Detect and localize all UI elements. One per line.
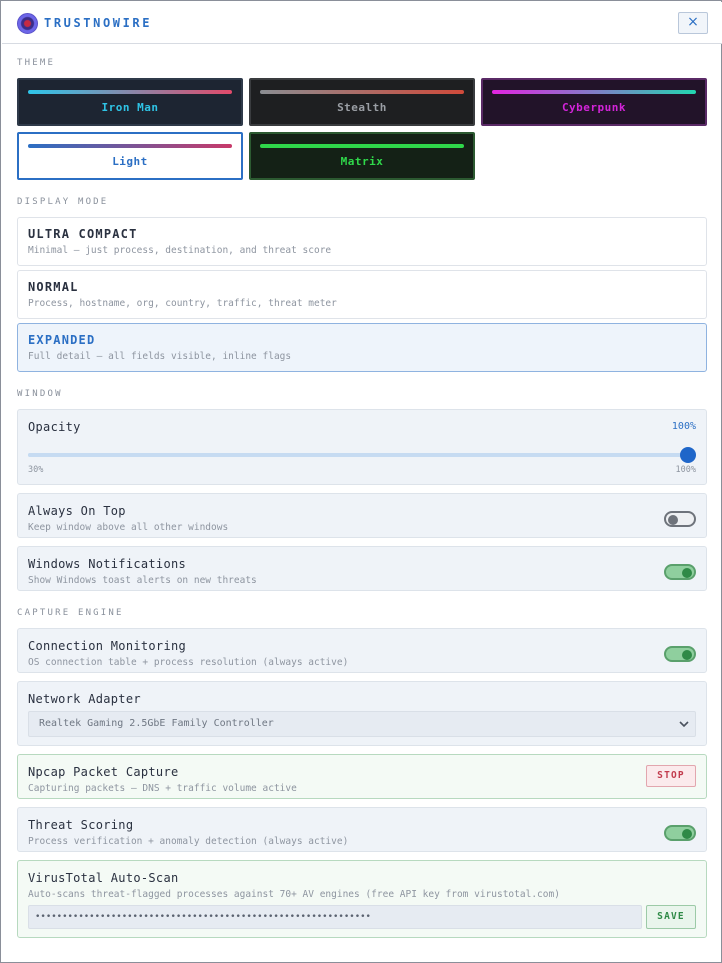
toggle-knob [668,515,678,525]
notifications-setting: Windows Notifications Show Windows toast… [17,546,707,591]
mode-title: ULTRA COMPACT [28,227,138,241]
opacity-setting: Opacity 100% 30% 100% [17,409,707,485]
theme-card-light[interactable]: Light [17,132,243,180]
display-mode-ultra-compact[interactable]: ULTRA COMPACT Minimal — just process, de… [17,217,707,266]
opacity-min-label: 30% [28,465,44,475]
theme-preview-bar [28,144,232,148]
toggle-knob [682,829,692,839]
network-adapter-title: Network Adapter [28,692,141,706]
npcap-setting: Npcap Packet Capture Capturing packets —… [17,754,707,799]
opacity-slider-thumb[interactable] [680,447,696,463]
virustotal-title: VirusTotal Auto-Scan [28,871,179,885]
theme-card-iron-man[interactable]: Iron Man [17,78,243,126]
mode-desc: Process, hostname, org, country, traffic… [28,298,337,309]
mode-desc: Minimal — just process, destination, and… [28,245,332,256]
npcap-title: Npcap Packet Capture [28,765,179,779]
mode-title: NORMAL [28,280,79,294]
connection-monitoring-setting: Connection Monitoring OS connection tabl… [17,628,707,673]
section-label-display-mode: DISPLAY MODE [17,197,109,207]
opacity-slider[interactable] [28,447,696,463]
notifications-title: Windows Notifications [28,557,187,571]
theme-name: Cyberpunk [561,101,627,114]
display-mode-expanded[interactable]: EXPANDED Full detail — all fields visibl… [17,323,707,372]
opacity-value: 100% [671,421,696,432]
always-on-top-desc: Keep window above all other windows [28,522,229,533]
app-logo-icon [17,13,38,34]
section-label-window: WINDOW [17,389,63,399]
section-label-theme: THEME [17,58,56,68]
display-mode-normal[interactable]: NORMAL Process, hostname, org, country, … [17,270,707,319]
virustotal-save-button[interactable]: SAVE [646,905,696,929]
theme-preview-bar [260,90,464,94]
theme-card-matrix[interactable]: Matrix [249,132,475,180]
section-label-capture-engine: CAPTURE ENGINE [17,608,124,618]
theme-preview-bar [260,144,464,148]
npcap-desc: Capturing packets — DNS + traffic volume… [28,783,297,794]
window-header: TRUSTNOWIRE × [2,2,722,44]
connection-monitoring-desc: OS connection table + process resolution… [28,657,349,668]
virustotal-setting: VirusTotal Auto-Scan Auto-scans threat-f… [17,860,707,938]
threat-scoring-toggle[interactable] [664,825,696,841]
always-on-top-toggle[interactable] [664,511,696,527]
notifications-desc: Show Windows toast alerts on new threats [28,575,257,586]
theme-card-cyberpunk[interactable]: Cyberpunk [481,78,707,126]
opacity-label: Opacity [28,420,81,434]
network-adapter-setting: Network Adapter Realtek Gaming 2.5GbE Fa… [17,681,707,746]
settings-window: TRUSTNOWIRE × THEME Iron Man Stealth Cyb… [0,0,722,963]
theme-name: Matrix [340,155,384,168]
threat-scoring-title: Threat Scoring [28,818,134,832]
notifications-toggle[interactable] [664,564,696,580]
mode-desc: Full detail — all fields visible, inline… [28,351,292,362]
connection-monitoring-title: Connection Monitoring [28,639,187,653]
theme-preview-bar [28,90,232,94]
app-brand: TRUSTNOWIRE [44,16,153,30]
mode-title: EXPANDED [28,333,96,347]
always-on-top-title: Always On Top [28,504,126,518]
threat-scoring-desc: Process verification + anomaly detection… [28,836,349,847]
close-button[interactable]: × [678,12,708,34]
theme-name: Stealth [337,101,387,114]
opacity-max-label: 100% [675,465,696,475]
chevron-down-icon [679,721,689,728]
network-adapter-selected: Realtek Gaming 2.5GbE Family Controller [39,718,274,729]
virustotal-desc: Auto-scans threat-flagged processes agai… [28,889,560,900]
theme-name: Light [112,155,148,168]
threat-scoring-setting: Threat Scoring Process verification + an… [17,807,707,852]
toggle-knob [682,568,692,578]
network-adapter-select[interactable]: Realtek Gaming 2.5GbE Family Controller [28,711,696,737]
theme-card-stealth[interactable]: Stealth [249,78,475,126]
virustotal-api-key-input[interactable]: ••••••••••••••••••••••••••••••••••••••••… [28,905,642,929]
toggle-knob [682,650,692,660]
connection-monitoring-toggle[interactable] [664,646,696,662]
always-on-top-setting: Always On Top Keep window above all othe… [17,493,707,538]
theme-name: Iron Man [101,101,159,114]
theme-preview-bar [492,90,696,94]
opacity-slider-fill [28,453,688,457]
npcap-stop-button[interactable]: STOP [646,765,696,787]
